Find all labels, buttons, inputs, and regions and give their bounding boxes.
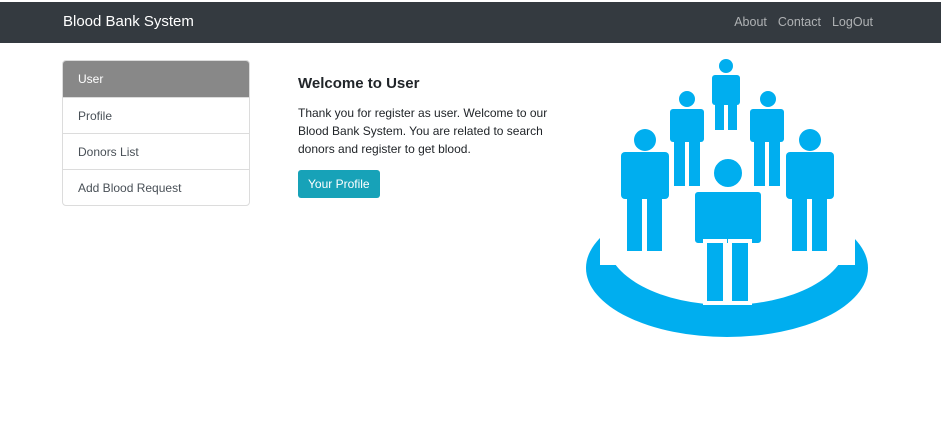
community-people-icon [580, 55, 875, 345]
nav-contact-link[interactable]: Contact [778, 15, 821, 29]
nav-logout-link[interactable]: LogOut [832, 15, 873, 29]
welcome-panel: Welcome to User Thank you for register a… [298, 74, 553, 198]
top-navbar: Blood Bank System About Contact LogOut [0, 0, 941, 43]
sidebar-item-donors-list[interactable]: Donors List [63, 133, 249, 169]
page-title: Welcome to User [298, 75, 420, 92]
sidebar-menu: User Profile Donors List Add Blood Reque… [62, 60, 250, 206]
welcome-text: Thank you for register as user. Welcome … [298, 106, 548, 156]
sidebar-item-profile[interactable]: Profile [63, 97, 249, 133]
sidebar-item-add-blood-request[interactable]: Add Blood Request [63, 169, 249, 205]
nav-about-link[interactable]: About [734, 15, 767, 29]
brand-link[interactable]: Blood Bank System [63, 13, 194, 30]
nav-links: About Contact LogOut [734, 15, 873, 29]
sidebar-item-user[interactable]: User [63, 61, 249, 97]
your-profile-button[interactable]: Your Profile [298, 170, 380, 198]
